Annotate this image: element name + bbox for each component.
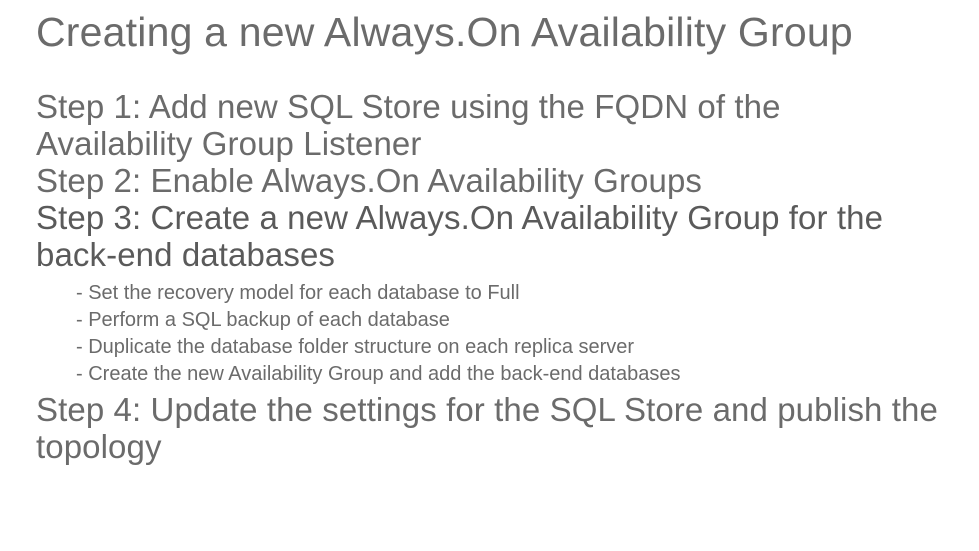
step-3-sublist: - Set the recovery model for each databa… — [76, 280, 943, 388]
substep-d: - Create the new Availability Group and … — [76, 361, 943, 388]
substep-c: - Duplicate the database folder structur… — [76, 334, 943, 361]
step-1: Step 1: Add new SQL Store using the FQDN… — [36, 89, 943, 163]
steps-list: Step 1: Add new SQL Store using the FQDN… — [36, 89, 943, 466]
slide-title: Creating a new Always.On Availability Gr… — [36, 10, 943, 55]
step-3: Step 3: Create a new Always.On Availabil… — [36, 200, 943, 274]
slide: Creating a new Always.On Availability Gr… — [0, 0, 979, 466]
step-4: Step 4: Update the settings for the SQL … — [36, 392, 943, 466]
substep-b: - Perform a SQL backup of each database — [76, 307, 943, 334]
step-2: Step 2: Enable Always.On Availability Gr… — [36, 163, 943, 200]
substep-a: - Set the recovery model for each databa… — [76, 280, 943, 307]
